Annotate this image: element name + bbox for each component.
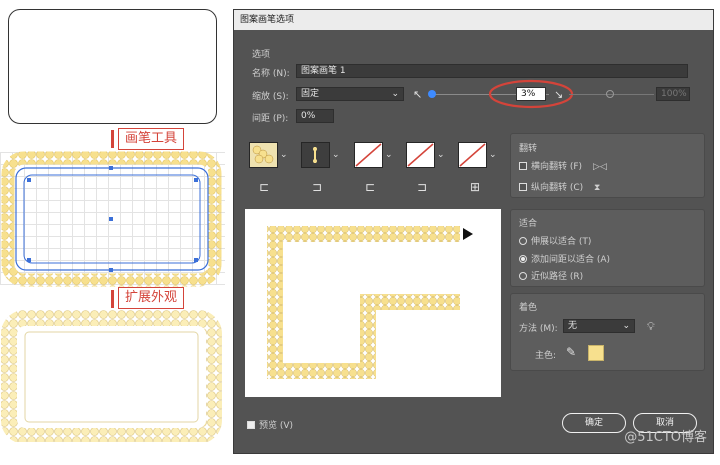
eyedropper-icon[interactable]: ✎ [566,345,576,359]
tips-bulb-icon[interactable]: 💡︎ [647,320,655,334]
chevron-down-icon[interactable]: ⌄ [437,150,445,160]
side-tile-icon [252,145,274,164]
scale-label: 缩放 (S): [252,92,289,102]
pressure-max-icon: ↘ [554,88,564,101]
colorization-heading: 着色 [519,303,538,313]
brush-preview-canvas [245,209,501,397]
chevron-down-icon[interactable]: ⌄ [489,150,497,160]
fit-panel: 适合 伸展以适合 (T) 添加间距以适合 (A) 近似路径 (R) [510,209,705,287]
chevron-down-icon: ⌄ [391,89,399,99]
watermark: @51CTO博客 [624,430,707,445]
outer-corner-tile-icon [313,147,317,163]
caption-brush-tool: 画笔工具 [118,128,185,150]
scale-slider-thumb[interactable] [428,90,436,98]
flip-horizontal-icon: ▷◁ [592,162,607,172]
fit-add-space-option[interactable]: 添加间距以适合 (A) [519,252,610,265]
brush-pressure-icon: ↖ [413,88,423,101]
preview-label: 预览 (V) [259,421,294,431]
spacing-label: 间距 (P): [252,114,289,124]
method-label: 方法 (M): [519,324,558,334]
expanded-rectangle [1,310,222,442]
end-tile-type-icon: ⊞ [470,180,481,194]
flip-horizontal-option[interactable]: 横向翻转 (F) ▷◁ [519,159,607,172]
fit-approximate-option[interactable]: 近似路径 (R) [519,269,583,282]
caption-marker [111,130,114,148]
chevron-down-icon: ⌄ [622,321,630,331]
start-tile-button[interactable] [406,142,435,168]
scale-max-slider-thumb[interactable] [606,90,614,98]
flip-horizontal-checkbox[interactable] [519,162,527,170]
fit-add-space-label: 添加间距以适合 (A) [531,255,611,265]
flip-panel: 翻转 横向翻转 (F) ▷◁ 纵向翻转 (C) ⧗ [510,133,705,198]
outer-corner-tile-button[interactable] [301,142,330,168]
pattern-brush-options-dialog: 图案画笔选项 选项 名称 (N): 图案画笔 1 缩放 (S): 固定 ⌄ ↖ … [233,9,714,454]
fit-stretch-radio[interactable] [519,237,527,245]
side-tile-type-icon: ⊏ [259,180,270,194]
chevron-down-icon[interactable]: ⌄ [280,150,288,160]
method-value: 无 [568,321,578,331]
fit-approximate-radio[interactable] [519,272,527,280]
fit-stretch-option[interactable]: 伸展以适合 (T) [519,234,591,247]
name-input[interactable]: 图案画笔 1 [296,64,688,78]
end-tile-button[interactable] [458,142,487,168]
name-label: 名称 (N): [252,69,290,79]
chevron-down-icon[interactable]: ⌄ [385,150,393,160]
dialog-title: 图案画笔选项 [234,10,713,30]
method-select[interactable]: 无 ⌄ [563,319,635,333]
side-tile-button[interactable] [249,142,278,168]
fit-approximate-label: 近似路径 (R) [531,272,584,282]
fit-stretch-label: 伸展以适合 (T) [531,237,592,247]
outer-corner-type-icon: ⊐ [312,180,323,194]
scale-mode-value: 固定 [301,89,320,99]
spacing-input[interactable]: 0% [296,109,334,123]
fit-heading: 适合 [519,219,538,229]
inner-corner-type-icon: ⊏ [365,180,376,194]
caption-expand-appearance: 扩展外观 [118,287,185,309]
caption-marker [111,290,114,308]
key-color-label: 主色: [535,351,557,361]
options-heading: 选项 [252,50,271,60]
brushed-rectangle [1,151,222,287]
preview-checkbox[interactable] [247,421,255,429]
no-tile-icon [459,143,486,167]
inner-corner-tile-button[interactable] [354,142,383,168]
preview-option[interactable]: 预览 (V) [247,418,293,431]
flip-horizontal-label: 横向翻转 (F) [531,162,583,172]
pattern-preview-path [267,226,473,379]
ok-button[interactable]: 确定 [562,413,626,433]
scale-max-input[interactable]: 100% [656,87,690,101]
flip-vertical-checkbox[interactable] [519,183,527,191]
chevron-down-icon[interactable]: ⌄ [332,150,340,160]
colorization-panel: 着色 方法 (M): 无 ⌄ 💡︎ 主色: ✎ [510,293,705,371]
flip-heading: 翻转 [519,144,538,154]
rounded-rectangle-shape [8,9,217,124]
start-tile-type-icon: ⊐ [417,180,428,194]
flip-vertical-label: 纵向翻转 (C) [531,183,584,193]
flip-vertical-option[interactable]: 纵向翻转 (C) ⧗ [519,180,600,193]
no-tile-icon [355,143,382,167]
scale-mode-select[interactable]: 固定 ⌄ [296,87,404,101]
no-tile-icon [407,143,434,167]
key-color-swatch[interactable] [588,345,604,361]
flip-vertical-icon: ⧗ [594,183,601,193]
fit-add-space-radio[interactable] [519,255,527,263]
